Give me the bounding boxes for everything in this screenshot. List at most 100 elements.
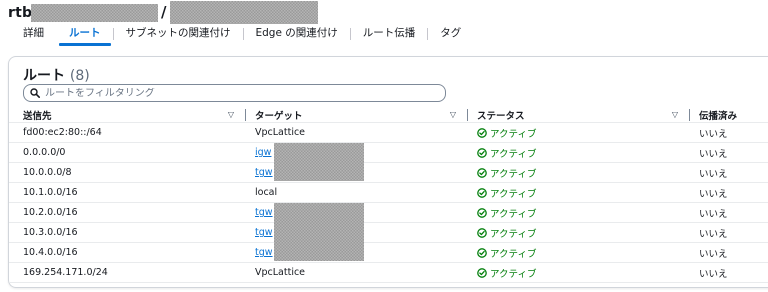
table-header: 送信先 ▽ ターゲット ▽ ステータス ▽ 伝播済み xyxy=(9,107,768,123)
status-text: アクティブ xyxy=(490,248,537,260)
column-header-propagated[interactable]: 伝播済み xyxy=(690,107,768,123)
status-text: アクティブ xyxy=(490,228,537,240)
destination-cell: 10.3.0.0/16 xyxy=(23,227,78,238)
target-link[interactable]: igw xyxy=(255,147,271,158)
destination-cell: fd00:ec2:80::/64 xyxy=(23,127,102,138)
redacted-route-table-name xyxy=(170,1,318,24)
propagated-cell: いいえ xyxy=(699,228,728,240)
tab-edge-associations[interactable]: Edge の関連付け xyxy=(244,24,350,44)
search-icon xyxy=(30,88,40,98)
destination-cell: 10.1.0.0/16 xyxy=(23,187,78,198)
sort-caret-icon[interactable]: ▽ xyxy=(450,110,456,119)
tab-route-propagation[interactable]: ルート伝播 xyxy=(351,24,428,44)
status-text: アクティブ xyxy=(490,208,537,220)
redacted-gateway-id xyxy=(274,203,364,261)
status-cell: アクティブ xyxy=(468,263,690,283)
sort-caret-icon[interactable]: ▽ xyxy=(672,110,678,119)
column-header-status[interactable]: ステータス ▽ xyxy=(468,107,690,123)
table-row: 10.0.0.0/8 tgw アクティブ いいえ xyxy=(9,163,768,183)
status-text: アクティブ xyxy=(490,148,537,160)
status-indicator: アクティブ xyxy=(477,266,536,280)
propagated-cell: いいえ xyxy=(699,188,728,200)
propagated-cell: いいえ xyxy=(699,148,728,160)
tab-label: ルート xyxy=(69,27,101,39)
status-indicator: アクティブ xyxy=(477,186,536,200)
column-header-target[interactable]: ターゲット ▽ xyxy=(246,107,468,123)
column-header-destination[interactable]: 送信先 ▽ xyxy=(9,107,246,123)
table-row: fd00:ec2:80::/64 VpcLattice アクティブ いいえ xyxy=(9,123,768,143)
tab-bar: 詳細 ルート サブネットの関連付け Edge の関連付け ルート伝播 タグ xyxy=(0,24,768,46)
status-cell: アクティブ xyxy=(468,223,690,243)
panel-title-text: ルート xyxy=(23,68,65,84)
status-text: アクティブ xyxy=(490,188,537,200)
target-link[interactable]: tgw xyxy=(255,167,273,178)
table-row: 169.254.171.0/24 VpcLattice アクティブ いいえ xyxy=(9,263,768,283)
target-text: local xyxy=(255,187,278,198)
panel-title: ルート (8) xyxy=(23,65,90,85)
column-label: ステータス xyxy=(477,110,525,122)
table-row: 10.3.0.0/16 tgw アクティブ いいえ xyxy=(9,223,768,243)
target-cell: local xyxy=(246,183,468,203)
status-indicator: アクティブ xyxy=(477,126,536,140)
status-text: アクティブ xyxy=(490,128,537,140)
status-indicator: アクティブ xyxy=(477,166,536,180)
status-text: アクティブ xyxy=(490,268,537,280)
title-prefix: rtb xyxy=(8,5,33,21)
status-cell: アクティブ xyxy=(468,203,690,223)
status-text: アクティブ xyxy=(490,168,537,180)
target-link[interactable]: tgw xyxy=(255,227,273,238)
destination-cell: 10.4.0.0/16 xyxy=(23,247,78,258)
table-row: 10.1.0.0/16 local アクティブ いいえ xyxy=(9,183,768,203)
table-row: 10.4.0.0/16 tgw アクティブ いいえ xyxy=(9,243,768,263)
status-indicator: アクティブ xyxy=(477,206,536,220)
route-filter-box[interactable] xyxy=(23,84,446,102)
status-indicator: アクティブ xyxy=(477,146,536,160)
routes-panel: ルート (8) 送信先 ▽ ターゲット ▽ ステータス ▽ xyxy=(8,56,768,288)
propagated-cell: いいえ xyxy=(699,268,728,280)
propagated-cell: いいえ xyxy=(699,208,728,220)
status-cell: アクティブ xyxy=(468,143,690,163)
column-label: ターゲット xyxy=(255,110,303,122)
tab-subnet-associations[interactable]: サブネットの関連付け xyxy=(114,24,243,44)
tab-label: サブネットの関連付け xyxy=(125,27,231,39)
redacted-gateway-id xyxy=(274,143,364,181)
status-cell: アクティブ xyxy=(468,183,690,203)
propagated-cell: いいえ xyxy=(699,168,728,180)
propagated-cell: いいえ xyxy=(699,128,728,140)
status-cell: アクティブ xyxy=(468,163,690,183)
column-label: 伝播済み xyxy=(699,110,738,122)
target-link[interactable]: tgw xyxy=(255,247,273,258)
table-row: 0.0.0.0/0 igw アクティブ いいえ xyxy=(9,143,768,163)
status-indicator: アクティブ xyxy=(477,246,536,260)
tab-tags[interactable]: タグ xyxy=(428,24,473,44)
target-cell: VpcLattice xyxy=(246,263,468,283)
status-indicator: アクティブ xyxy=(477,226,536,240)
target-text: VpcLattice xyxy=(255,267,306,278)
check-circle-icon xyxy=(477,247,487,258)
destination-cell: 169.254.171.0/24 xyxy=(23,267,108,278)
tab-label: タグ xyxy=(440,27,462,39)
tab-label: ルート伝播 xyxy=(362,27,416,39)
table-body: fd00:ec2:80::/64 VpcLattice アクティブ いいえ 0.0.0.… xyxy=(9,123,768,283)
table-row: 10.2.0.0/16 tgw アクティブ いいえ xyxy=(9,203,768,223)
propagated-cell: いいえ xyxy=(699,248,728,260)
check-circle-icon xyxy=(477,227,487,238)
tab-label: 詳細 xyxy=(23,27,44,39)
target-link[interactable]: tgw xyxy=(255,207,273,218)
redacted-route-table-id xyxy=(31,4,158,22)
status-cell: アクティブ xyxy=(468,243,690,263)
check-circle-icon xyxy=(477,127,487,138)
route-filter-input[interactable] xyxy=(45,87,425,99)
target-cell: VpcLattice xyxy=(246,123,468,143)
check-circle-icon xyxy=(477,207,487,218)
tab-routes[interactable]: ルート xyxy=(57,24,113,46)
destination-cell: 0.0.0.0/0 xyxy=(23,147,66,158)
sort-caret-icon[interactable]: ▽ xyxy=(228,110,234,119)
check-circle-icon xyxy=(477,147,487,158)
route-count: (8) xyxy=(69,68,90,84)
check-circle-icon xyxy=(477,187,487,198)
check-circle-icon xyxy=(477,267,487,278)
tab-details[interactable]: 詳細 xyxy=(0,24,57,44)
status-cell: アクティブ xyxy=(468,123,690,143)
target-text: VpcLattice xyxy=(255,127,306,138)
